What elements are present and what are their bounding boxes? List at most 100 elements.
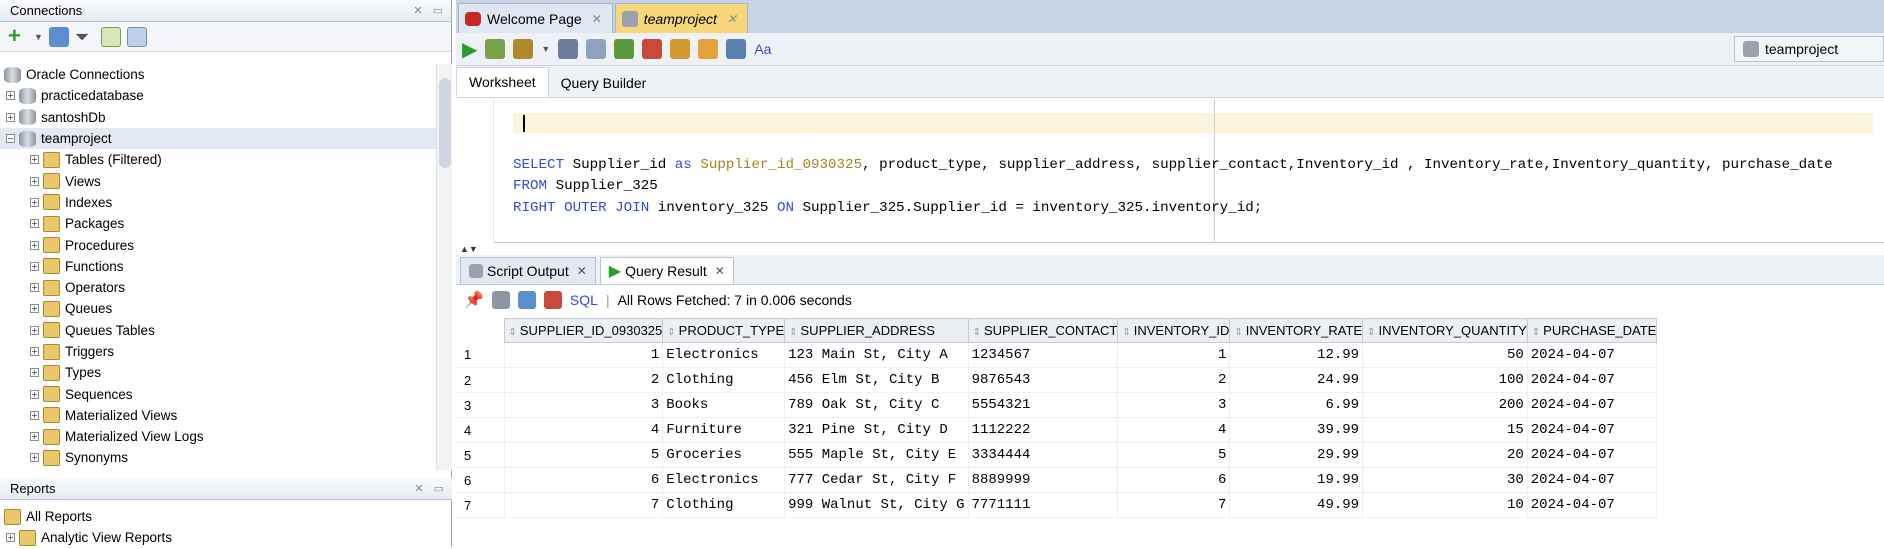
tree-item[interactable]: + santoshDb — [0, 107, 436, 128]
table-cell[interactable]: 8889999 — [968, 467, 1119, 493]
close-icon[interactable]: ✕ — [715, 264, 725, 278]
column-header[interactable]: ⇕ INVENTORY_RATE — [1229, 318, 1364, 343]
refresh-icon[interactable] — [517, 291, 536, 309]
table-cell[interactable]: 5 — [1117, 442, 1231, 468]
table-cell[interactable]: 2024-04-07 — [1527, 392, 1658, 418]
close-icon[interactable]: ✕ — [727, 12, 737, 26]
table-cell[interactable]: 2 — [1117, 367, 1231, 393]
table-cell[interactable]: 4 — [1117, 417, 1231, 443]
tree-item[interactable]: + Indexes — [0, 192, 436, 213]
expand-icon[interactable]: + — [30, 155, 39, 165]
filter-icon[interactable]: ⏷ — [75, 27, 95, 47]
table-cell[interactable]: 7 — [1117, 492, 1231, 518]
table-cell[interactable]: 12.99 — [1229, 342, 1364, 368]
column-header[interactable]: ⇕ SUPPLIER_CONTACT — [967, 318, 1119, 343]
tab-query-builder[interactable]: Query Builder — [549, 69, 659, 97]
tree-item-analytic-view-reports[interactable]: + Analytic View Reports — [0, 527, 452, 548]
explain-plan-icon[interactable] — [558, 39, 579, 59]
tree-item[interactable]: + Functions — [0, 256, 436, 277]
table-cell[interactable]: Furniture — [662, 417, 786, 443]
sort-icon[interactable]: ⇕ — [1532, 327, 1540, 338]
tree-item[interactable]: + practicedatabase — [0, 85, 436, 106]
cancel-query-icon[interactable] — [543, 291, 562, 309]
table-cell[interactable]: 3334444 — [968, 442, 1119, 468]
tree-item[interactable]: + Materialized Views — [0, 405, 436, 426]
connection-selector[interactable]: teamproject — [1734, 36, 1884, 62]
tree-item[interactable]: + Synonyms — [0, 447, 436, 468]
table-cell[interactable]: 2024-04-07 — [1527, 367, 1658, 393]
table-cell[interactable]: 6 — [1117, 467, 1231, 493]
sql-tuning-icon[interactable] — [586, 39, 607, 59]
expand-icon[interactable]: + — [30, 432, 39, 442]
chevron-down-icon[interactable]: ▼ — [541, 44, 550, 54]
results-grid[interactable]: ⇕ SUPPLIER_ID_0930325 ⇕ PRODUCT_TYPE ⇕ SUPPLI… — [456, 318, 1658, 518]
table-cell[interactable]: 24.99 — [1229, 367, 1364, 393]
format-icon[interactable]: Aa — [754, 41, 771, 57]
table-cell[interactable]: 29.99 — [1229, 442, 1364, 468]
table-cell[interactable]: 555 Maple St, City E — [784, 442, 969, 468]
table-cell[interactable]: Clothing — [662, 367, 786, 393]
expand-icon[interactable]: + — [30, 261, 39, 271]
scroll-thumb[interactable] — [439, 78, 451, 168]
sort-icon[interactable]: ⇕ — [789, 327, 797, 338]
expand-icon[interactable]: + — [30, 219, 39, 229]
tree-item[interactable]: − teamproject — [0, 127, 436, 150]
column-header[interactable]: ⇕ SUPPLIER_ID_0930325 — [503, 318, 664, 343]
table-cell[interactable]: 4 — [504, 417, 664, 443]
sql-history-icon[interactable] — [726, 39, 747, 59]
tree-item[interactable]: + Packages — [0, 213, 436, 234]
table-cell[interactable]: 7 — [504, 492, 664, 518]
table-cell[interactable]: 30 — [1362, 467, 1528, 493]
tab-query-result[interactable]: ▶ Query Result ✕ — [599, 257, 734, 284]
schema-browser-icon[interactable] — [100, 26, 121, 47]
table-cell[interactable]: 123 Main St, City A — [784, 342, 969, 368]
minimize-icon[interactable]: ▭ — [433, 4, 443, 17]
table-cell[interactable]: 5554321 — [968, 392, 1119, 418]
table-cell[interactable]: Electronics — [662, 342, 786, 368]
sort-icon[interactable]: ⇕ — [1122, 327, 1130, 338]
splitter-arrows-icon[interactable]: ▲▼ — [460, 244, 478, 254]
table-cell[interactable]: 321 Pine St, City D — [784, 417, 969, 443]
table-cell[interactable]: 3 — [504, 392, 664, 418]
tree-scrollbar[interactable] — [436, 64, 452, 470]
clear-icon[interactable] — [698, 39, 719, 59]
chevron-down-icon[interactable]: ▼ — [34, 32, 43, 42]
table-row[interactable]: 7 7 Clothing 999 Walnut St, City G 7771111 7 4… — [456, 492, 1658, 518]
tab-teamproject[interactable]: teamproject ✕ — [614, 3, 748, 33]
expand-icon[interactable]: + — [30, 176, 39, 186]
tree-item[interactable]: + Queues Tables — [0, 320, 436, 341]
table-row[interactable]: 1 1 Electronics 123 Main St, City A 1234567 1… — [456, 342, 1658, 368]
table-cell[interactable]: 2024-04-07 — [1527, 342, 1658, 368]
table-cell[interactable]: 200 — [1362, 392, 1528, 418]
column-header[interactable]: ⇕ SUPPLIER_ADDRESS — [784, 318, 969, 343]
sort-icon[interactable]: ⇕ — [973, 327, 981, 338]
table-cell[interactable]: 7771111 — [968, 492, 1119, 518]
manage-icon[interactable] — [126, 26, 147, 47]
tree-item[interactable]: + Types — [0, 362, 436, 383]
table-cell[interactable]: Electronics — [662, 467, 786, 493]
expand-icon[interactable]: + — [6, 91, 15, 101]
tree-item[interactable]: + Operators — [0, 277, 436, 298]
tree-item[interactable]: + Queues — [0, 298, 436, 319]
commit-icon[interactable] — [614, 39, 635, 59]
table-row[interactable]: 6 6 Electronics 777 Cedar St, City F 8889999… — [456, 467, 1658, 493]
tab-script-output[interactable]: Script Output ✕ — [460, 257, 596, 284]
table-cell[interactable]: Books — [662, 392, 786, 418]
tab-worksheet[interactable]: Worksheet — [456, 67, 549, 97]
column-header[interactable]: ⇕ PRODUCT_TYPE — [662, 318, 786, 343]
expand-icon[interactable]: + — [30, 453, 39, 463]
table-cell[interactable]: 9876543 — [968, 367, 1119, 393]
expand-icon[interactable]: + — [6, 533, 15, 543]
tree-item-all-reports[interactable]: All Reports — [0, 506, 452, 527]
sql-link[interactable]: SQL — [570, 292, 598, 308]
table-cell[interactable]: 1234567 — [968, 342, 1119, 368]
expand-icon[interactable]: + — [30, 410, 39, 420]
table-cell[interactable]: 6 — [504, 467, 664, 493]
table-cell[interactable]: 15 — [1362, 417, 1528, 443]
table-cell[interactable]: 999 Walnut St, City G — [784, 492, 969, 518]
table-cell[interactable]: 39.99 — [1229, 417, 1364, 443]
table-cell[interactable]: 5 — [504, 442, 664, 468]
run-statement-icon[interactable]: ▶ — [462, 37, 477, 62]
table-row[interactable]: 5 5 Groceries 555 Maple St, City E 3334444 5 2… — [456, 442, 1658, 468]
unshared-sql-icon[interactable] — [670, 39, 691, 59]
